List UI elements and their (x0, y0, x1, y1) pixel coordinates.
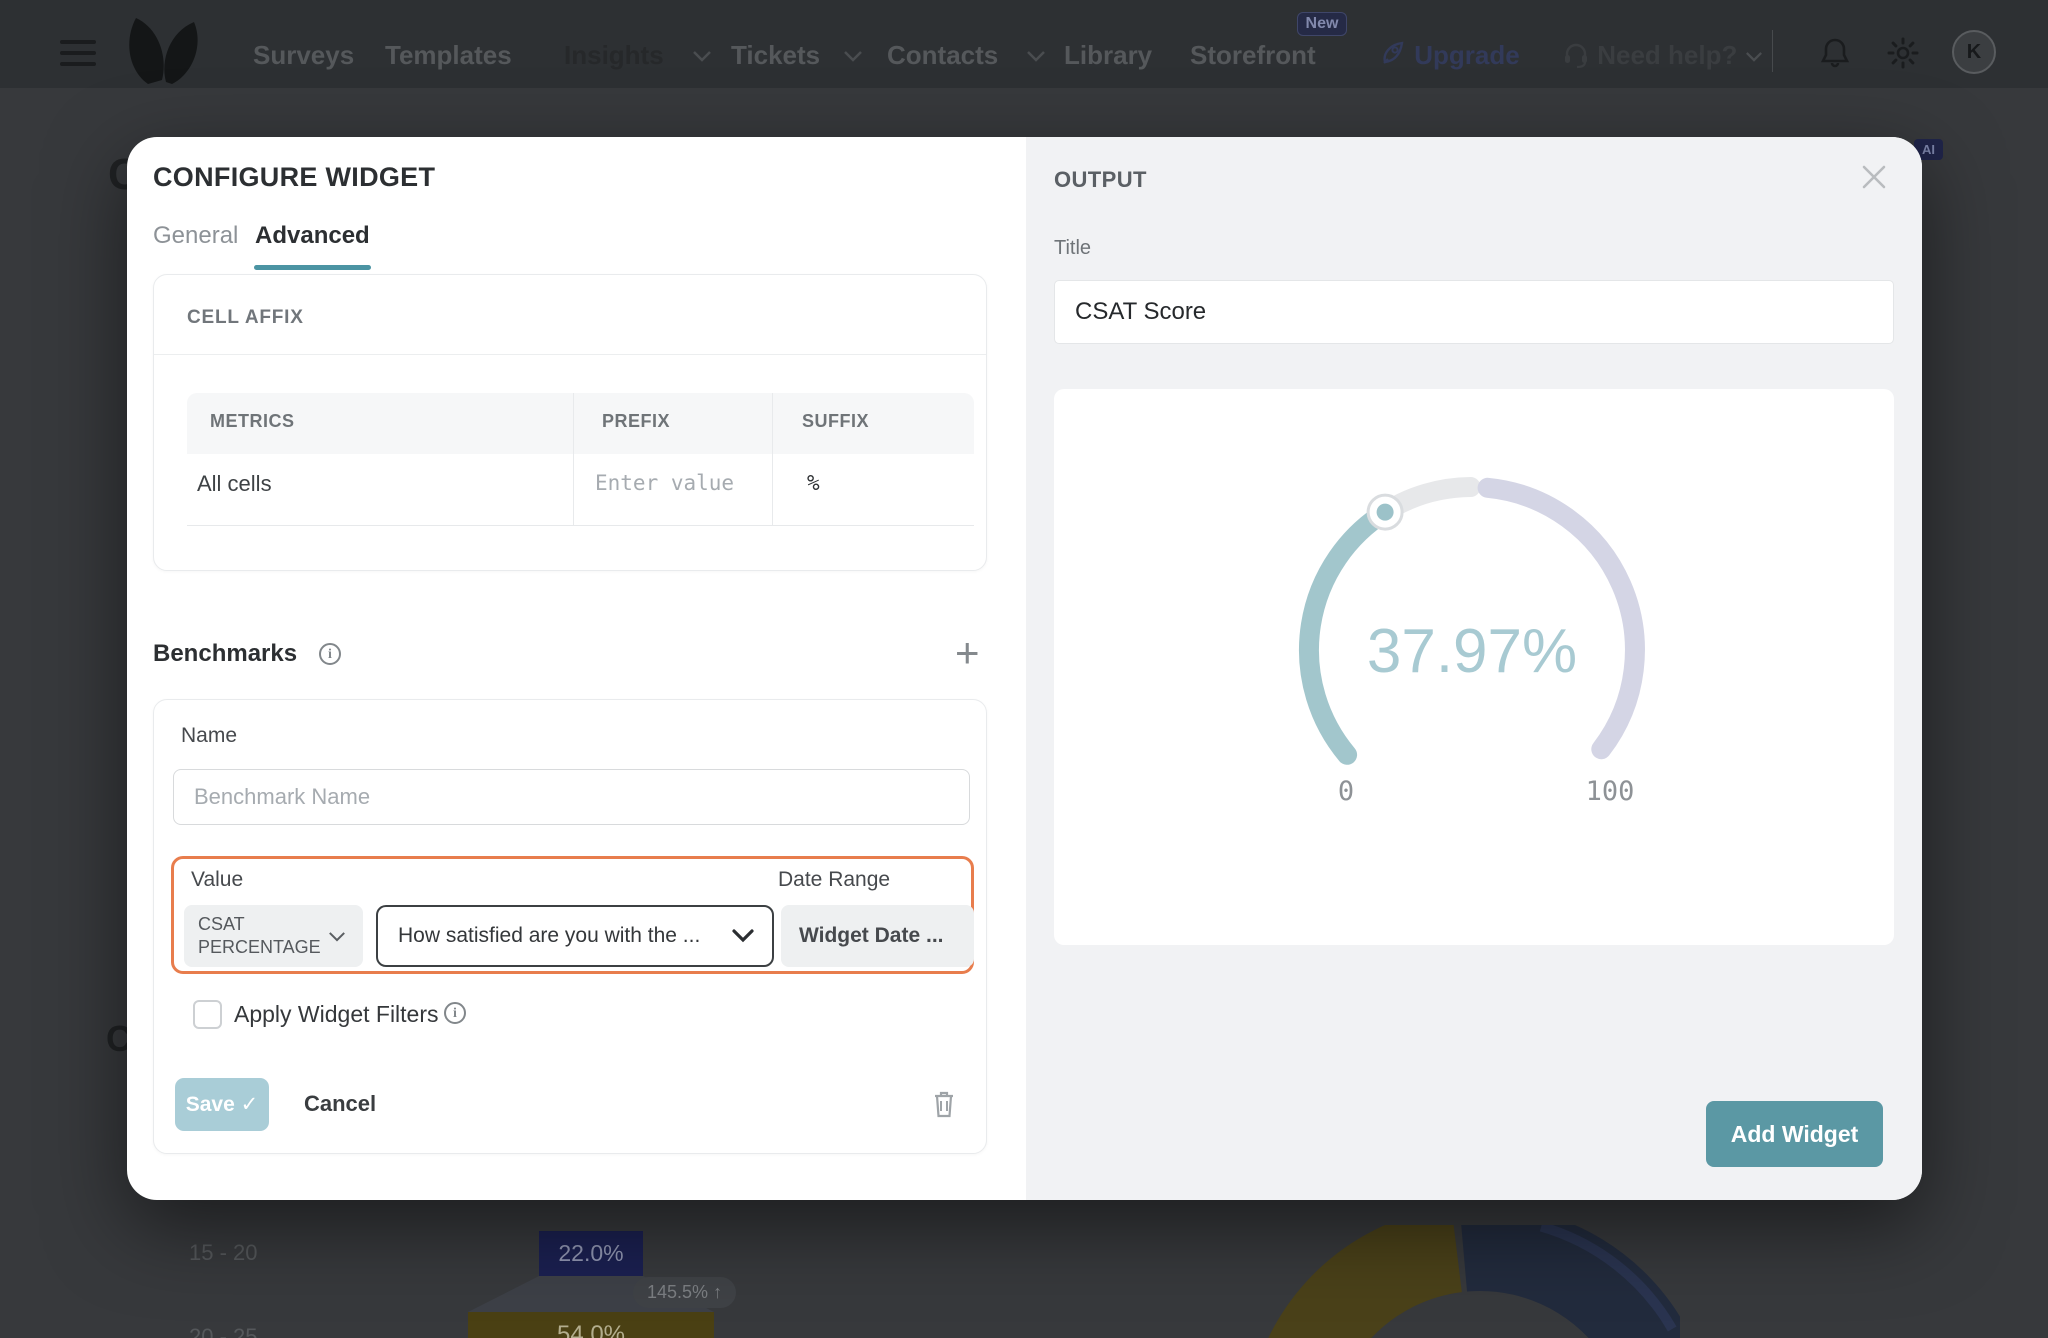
configure-widget-dialog: CONFIGURE WIDGET General Advanced CELL A… (127, 137, 1922, 1200)
column-header-prefix: PREFIX (602, 411, 670, 432)
close-icon[interactable] (1858, 161, 1890, 193)
rocket-icon (1379, 40, 1407, 68)
settings-gear-icon[interactable] (1886, 36, 1920, 70)
column-header-suffix: SUFFIX (802, 411, 869, 432)
widget-title-value: CSAT Score (1075, 298, 1206, 326)
metric-select-value: CSAT PERCENTAGE (198, 913, 328, 959)
benchmarks-section-title: Benchmarks (153, 640, 297, 668)
chevron-down-icon (843, 50, 863, 62)
chevron-down-icon (328, 931, 346, 942)
user-avatar[interactable]: K (1952, 30, 1996, 74)
arrow-up-icon: ↑ (713, 1282, 722, 1302)
prefix-input[interactable]: Enter value (595, 471, 734, 495)
value-label: Value (191, 868, 243, 892)
funnel-category-label: 20 - 25 (189, 1324, 258, 1338)
gauge-widget-preview: 37.97% 0 100 (1054, 389, 1894, 945)
nav-tickets[interactable]: Tickets (731, 40, 820, 71)
check-icon: ✓ (241, 1093, 259, 1116)
benchmark-name-placeholder: Benchmark Name (194, 784, 370, 810)
add-benchmark-button[interactable]: + (955, 629, 980, 677)
row-border (187, 525, 974, 526)
date-range-label: Date Range (778, 868, 890, 892)
name-label: Name (181, 724, 237, 748)
new-badge: New (1297, 12, 1347, 36)
funnel-change-badge: 145.5% ↑ (633, 1277, 736, 1308)
benchmark-name-input[interactable]: Benchmark Name (173, 769, 970, 825)
cell-affix-title: CELL AFFIX (187, 307, 304, 329)
cell-affix-card: CELL AFFIX METRICS PREFIX SUFFIX All cel… (153, 274, 987, 571)
apply-widget-filters-checkbox[interactable] (193, 1000, 222, 1029)
nav-insights[interactable]: Insights (564, 40, 664, 71)
column-separator (573, 393, 574, 525)
background-donut-chart (1240, 1225, 1680, 1338)
tab-advanced[interactable]: Advanced (255, 222, 370, 250)
apply-widget-filters-label: Apply Widget Filters (234, 1001, 439, 1028)
chevron-down-icon (1026, 50, 1046, 62)
date-range-select[interactable]: Widget Date ... (781, 905, 974, 967)
nav-surveys[interactable]: Surveys (253, 40, 354, 71)
delete-benchmark-trash-icon[interactable] (930, 1088, 958, 1120)
nav-contacts[interactable]: Contacts (887, 40, 998, 71)
nav-templates[interactable]: Templates (385, 40, 512, 71)
widget-title-input[interactable]: CSAT Score (1054, 280, 1894, 344)
need-help-button[interactable]: Need help? (1562, 40, 1763, 71)
nav-storefront[interactable]: Storefront (1190, 40, 1316, 71)
nav-divider (1772, 30, 1773, 72)
date-range-select-value: Widget Date ... (799, 924, 944, 948)
widget-title-label: Title (1054, 237, 1091, 260)
screen: Surveys Templates Insights Tickets Conta… (0, 0, 2048, 1338)
add-widget-button[interactable]: Add Widget (1706, 1101, 1883, 1167)
save-label: Save (186, 1093, 235, 1116)
nav-library[interactable]: Library (1064, 40, 1152, 71)
output-panel-title: OUTPUT (1054, 167, 1147, 193)
chevron-down-icon (1745, 51, 1763, 62)
app-logo-icon[interactable] (116, 14, 204, 88)
dialog-title: CONFIGURE WIDGET (153, 162, 435, 193)
apply-filters-info-icon[interactable]: i (444, 1002, 466, 1024)
funnel-bar[interactable]: 22.0% (539, 1231, 643, 1276)
benchmark-value-highlight-group: Value Date Range CSAT PERCENTAGE How sat… (171, 856, 974, 974)
column-header-metrics: METRICS (210, 411, 295, 432)
metrics-cell: All cells (197, 471, 272, 497)
notifications-bell-icon[interactable] (1819, 36, 1851, 70)
gauge-chart: 37.97% 0 100 (1054, 389, 1894, 945)
funnel-bar[interactable]: 54.0% (468, 1312, 714, 1338)
active-tab-underline (254, 265, 371, 270)
question-select-value: How satisfied are you with the ... (398, 924, 700, 948)
benchmark-card: Name Benchmark Name Value Date Range CSA… (153, 699, 987, 1154)
chevron-down-icon (732, 929, 754, 943)
upgrade-label: Upgrade (1414, 40, 1519, 70)
output-panel: OUTPUT Title CSAT Score 37.97% 0 100 Add (1026, 137, 1922, 1200)
cancel-button[interactable]: Cancel (304, 1091, 376, 1117)
gauge-min-label: 0 (1338, 776, 1354, 807)
gauge-max-label: 100 (1586, 776, 1635, 807)
benchmarks-info-icon[interactable]: i (319, 643, 341, 665)
gauge-handle-dot (1377, 504, 1394, 521)
suffix-input[interactable]: % (807, 471, 820, 495)
save-button[interactable]: Save ✓ (175, 1078, 269, 1131)
divider (154, 354, 986, 355)
top-navigation: Surveys Templates Insights Tickets Conta… (0, 0, 2048, 88)
hamburger-menu-icon[interactable] (60, 40, 96, 73)
metric-select[interactable]: CSAT PERCENTAGE (184, 905, 363, 967)
question-select[interactable]: How satisfied are you with the ... (376, 905, 774, 967)
need-help-label: Need help? (1597, 40, 1737, 70)
gauge-value: 37.97% (1367, 617, 1577, 686)
column-separator (772, 393, 773, 525)
upgrade-button[interactable]: Upgrade (1379, 40, 1520, 71)
funnel-category-label: 15 - 20 (189, 1240, 258, 1266)
tab-general[interactable]: General (153, 222, 238, 250)
chevron-down-icon (692, 50, 712, 62)
headset-icon (1562, 41, 1590, 69)
